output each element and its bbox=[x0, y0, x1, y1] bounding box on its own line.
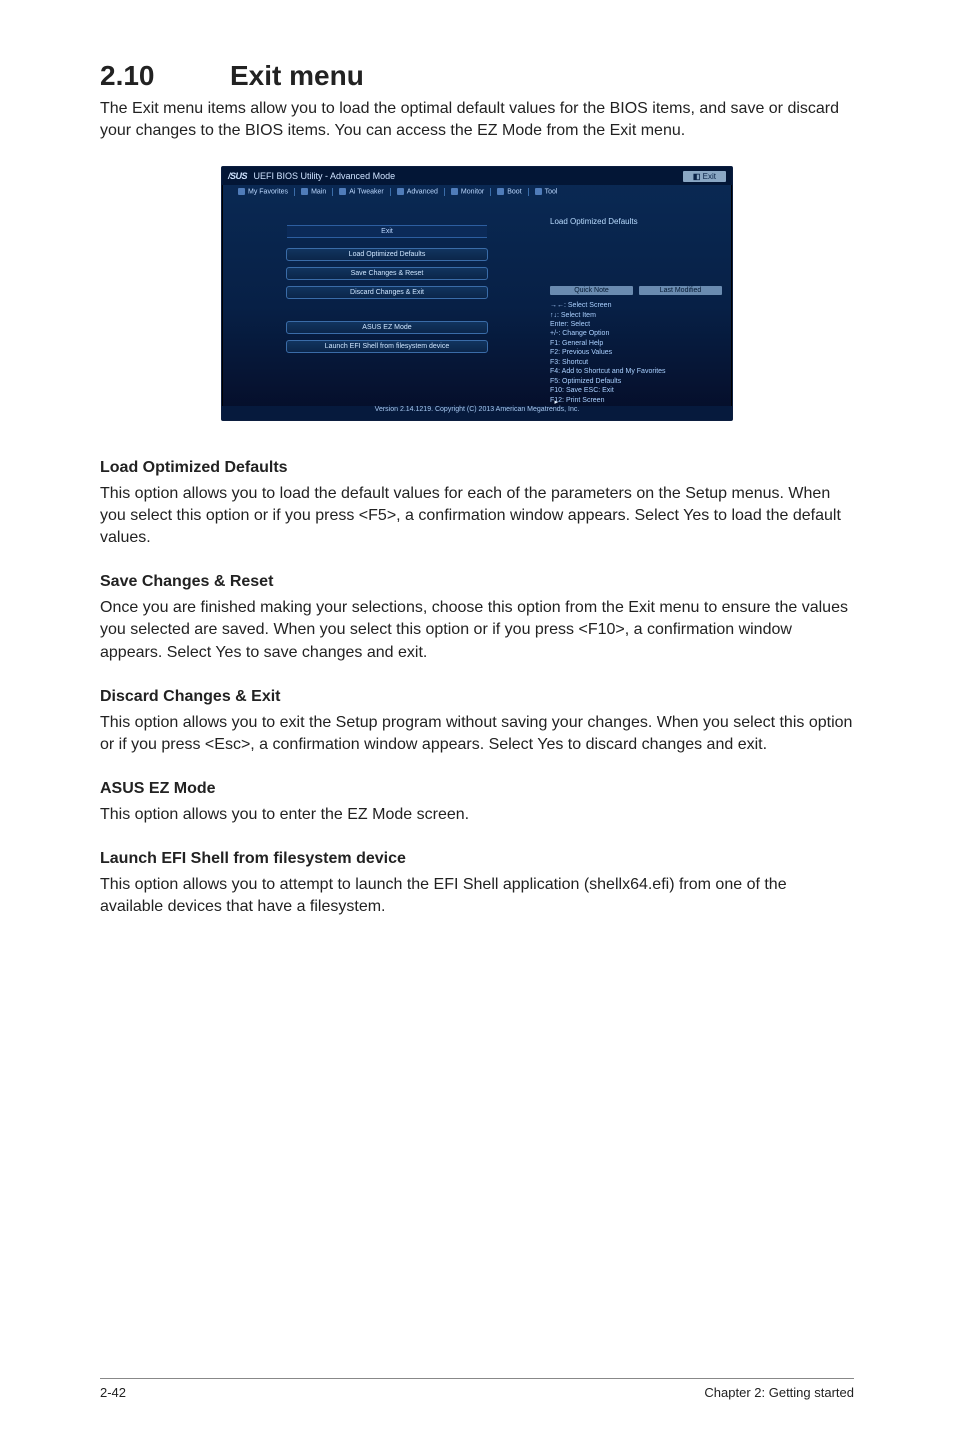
tab-my-favorites[interactable]: My Favorites bbox=[232, 188, 295, 195]
bios-screenshot: /SUS UEFI BIOS Utility - Advanced Mode ◧… bbox=[221, 166, 733, 421]
sub-body: This option allows you to load the defau… bbox=[100, 483, 854, 549]
tab-label: Tool bbox=[545, 189, 558, 196]
sub-body: This option allows you to attempt to lau… bbox=[100, 874, 854, 918]
quick-note-button[interactable]: Quick Note bbox=[550, 286, 633, 295]
page-number: 2-42 bbox=[100, 1385, 126, 1400]
tab-advanced[interactable]: Advanced bbox=[391, 188, 445, 195]
bios-header-title: UEFI BIOS Utility - Advanced Mode bbox=[254, 171, 396, 181]
bios-key-help: →←: Select Screen ↑↓: Select Item Enter:… bbox=[550, 301, 722, 405]
bios-exit-label: Exit bbox=[703, 172, 716, 181]
bios-footer: ▸ Version 2.14.1219. Copyright (C) 2013 … bbox=[222, 406, 732, 420]
star-icon bbox=[238, 188, 245, 195]
sub-heading: ASUS EZ Mode bbox=[100, 780, 854, 798]
section-title: Exit menu bbox=[230, 60, 364, 91]
sub-body: Once you are finished making your select… bbox=[100, 597, 854, 663]
page-footer: 2-42 Chapter 2: Getting started bbox=[100, 1378, 854, 1400]
bios-btn-load-defaults[interactable]: Load Optimized Defaults bbox=[286, 248, 488, 261]
bios-btn-discard-exit[interactable]: Discard Changes & Exit bbox=[286, 286, 488, 299]
bios-btn-ez-mode[interactable]: ASUS EZ Mode bbox=[286, 321, 488, 334]
bios-left-panel: Exit Load Optimized Defaults Save Change… bbox=[232, 207, 542, 402]
section-number: 2.10 bbox=[100, 60, 230, 92]
section-heading: 2.10Exit menu bbox=[100, 60, 854, 92]
sub-body: This option allows you to exit the Setup… bbox=[100, 712, 854, 756]
tab-tool[interactable]: Tool bbox=[529, 188, 564, 195]
bios-tabs: My Favorites Main Ai Tweaker Advanced Mo… bbox=[222, 185, 732, 201]
power-icon bbox=[497, 188, 504, 195]
monitor-icon bbox=[451, 188, 458, 195]
tab-label: Advanced bbox=[407, 189, 438, 196]
sub-body: This option allows you to enter the EZ M… bbox=[100, 804, 854, 826]
toolbox-icon bbox=[535, 188, 542, 195]
sub-heading: Discard Changes & Exit bbox=[100, 688, 854, 706]
chevron-right-icon: ▸ bbox=[554, 398, 558, 406]
bios-right-panel: Load Optimized Defaults Quick Note Last … bbox=[542, 207, 722, 402]
sliders-icon bbox=[339, 188, 346, 195]
bios-header: /SUS UEFI BIOS Utility - Advanced Mode ◧… bbox=[222, 167, 732, 185]
tab-label: Boot bbox=[507, 189, 521, 196]
sub-heading: Launch EFI Shell from filesystem device bbox=[100, 850, 854, 868]
bios-help-text: Load Optimized Defaults bbox=[550, 213, 722, 286]
tab-label: Monitor bbox=[461, 189, 484, 196]
menu-icon bbox=[301, 188, 308, 195]
tab-monitor[interactable]: Monitor bbox=[445, 188, 491, 195]
chip-icon bbox=[397, 188, 404, 195]
tab-boot[interactable]: Boot bbox=[491, 188, 528, 195]
exit-badge-icon: ◧ bbox=[693, 172, 701, 181]
bios-left-header: Exit bbox=[287, 225, 487, 238]
tab-ai-tweaker[interactable]: Ai Tweaker bbox=[333, 188, 391, 195]
sub-heading: Save Changes & Reset bbox=[100, 573, 854, 591]
tab-label: My Favorites bbox=[248, 189, 288, 196]
tab-label: Ai Tweaker bbox=[349, 189, 384, 196]
sub-heading: Load Optimized Defaults bbox=[100, 459, 854, 477]
tab-label: Main bbox=[311, 189, 326, 196]
intro-paragraph: The Exit menu items allow you to load th… bbox=[100, 98, 854, 142]
tab-main[interactable]: Main bbox=[295, 188, 333, 195]
bios-footer-text: Version 2.14.1219. Copyright (C) 2013 Am… bbox=[375, 406, 580, 413]
chapter-label: Chapter 2: Getting started bbox=[704, 1385, 854, 1400]
last-modified-button[interactable]: Last Modified bbox=[639, 286, 722, 295]
bios-exit-button-top[interactable]: ◧ Exit bbox=[683, 171, 726, 182]
asus-logo: /SUS bbox=[228, 171, 247, 181]
bios-btn-efi-shell[interactable]: Launch EFI Shell from filesystem device bbox=[286, 340, 488, 353]
bios-btn-save-reset[interactable]: Save Changes & Reset bbox=[286, 267, 488, 280]
